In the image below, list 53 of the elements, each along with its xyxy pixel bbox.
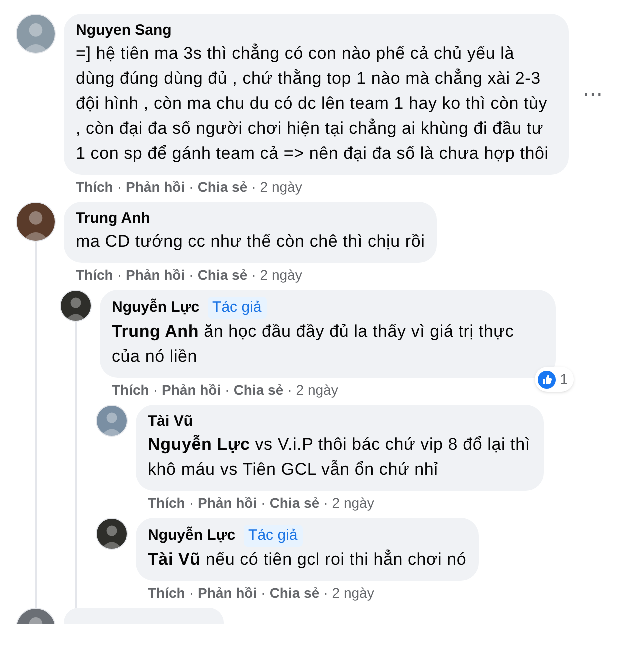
comment-action-link[interactable]: Thích [112,381,150,399]
comment-time[interactable]: 2 ngày [260,178,302,196]
comment-text: =] hệ tiên ma 3s thì chẳng có con nào phế cả chủ yếu là dùng đúng dùng đủ , chứ thằng top 1 nào mà chẳng xài 2-3 đội hình , còn ma chu du có dc lên team 1 hay ko thì còn tùy , còn đại đa số người chơi hiện tại chẳng ai khùng đi đầu tư 1 con sp để gánh team cả => nên đại đa số là chưa hợp thôi [76,42,550,165]
separator-dot: · [261,494,266,512]
comment-text: Tài Vũ nếu có tiên gcl roi thi hẳn chơi nó [148,548,467,571]
separator-dot: · [189,266,194,284]
separator-dot: · [324,584,328,602]
comment-action-link[interactable]: Chia sẻ [270,584,320,602]
comment-text: Nguyễn Lực vs V.i.P thôi bác chứ vip 8 đổ lại thì khô máu vs Tiên GCL vẫn ổn chứ nhỉ [148,434,532,481]
separator-dot: · [261,584,266,602]
author-name[interactable]: Trung Anh [76,209,150,229]
thumbs-up-icon [538,370,556,388]
avatar[interactable] [16,202,56,242]
separator-dot: · [324,494,328,512]
reaction-count[interactable]: 1 [535,367,574,392]
author-badge: Tác giả [208,297,267,319]
author-badge: Tác giả [244,525,303,547]
separator-dot: · [189,178,194,196]
comment-action-link[interactable]: Phản hồi [198,494,258,512]
comment-action-link[interactable]: Phản hồi [126,266,186,284]
separator-dot: · [117,178,122,196]
comment-action-link[interactable]: Phản hồi [198,584,258,602]
author-name[interactable]: Nguyễn Lực [148,526,236,546]
separator-dot: · [117,266,122,284]
avatar[interactable] [60,290,92,322]
author-name[interactable]: Nguyễn Lực [112,298,200,318]
comment-time[interactable]: 2 ngày [332,494,374,512]
separator-dot: · [225,381,230,399]
comment-action-link[interactable]: Thích [148,584,186,602]
comment-time[interactable]: 2 ngày [332,584,374,602]
separator-dot: · [153,381,158,399]
comment-action-link[interactable]: Chia sẻ [198,266,248,284]
comment-action-link[interactable]: Phản hồi [162,381,222,399]
comment-action-link[interactable]: Thích [148,494,186,512]
more-options-button[interactable]: ⋯ [583,84,603,104]
separator-dot: · [252,266,256,284]
author-name[interactable]: Nguyen Sang [76,21,172,41]
comment-action-link[interactable]: Phản hồi [126,178,186,196]
avatar[interactable] [96,518,128,550]
comment-action-link[interactable]: Chia sẻ [234,381,284,399]
comment-action-link[interactable]: Thích [76,266,114,284]
comment-time[interactable]: 2 ngày [296,381,338,399]
comment-time[interactable]: 2 ngày [260,266,302,284]
separator-dot: · [252,178,256,196]
separator-dot: · [189,494,194,512]
separator-dot: · [288,381,292,399]
author-name[interactable]: Tài Vũ [148,412,194,432]
comment-action-link[interactable]: Chia sẻ [270,494,320,512]
separator-dot: · [189,584,194,602]
comment-text: Trung Anh ăn học đầu đầy đủ la thấy vì giá trị thực của nó liền [112,321,516,368]
comment-action-link[interactable]: Thích [76,178,114,196]
comment-action-link[interactable]: Chia sẻ [198,178,248,196]
comment-text: ma CD tướng cc như thế còn chê thì chịu rồi [76,231,426,253]
